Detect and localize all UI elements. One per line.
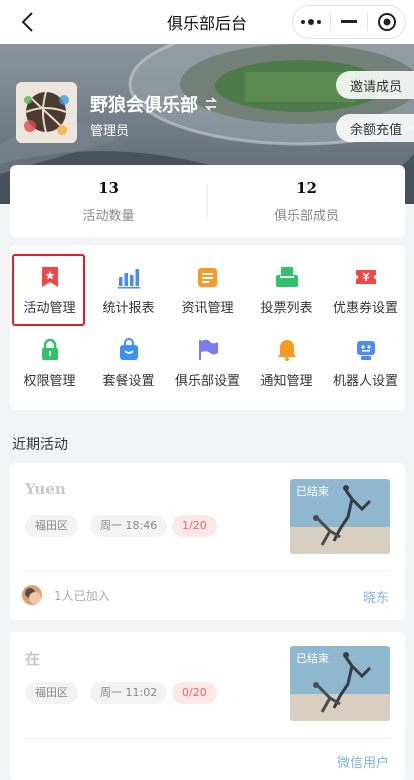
menu-item-label: 统计报表 xyxy=(102,301,155,316)
bookmark-star-icon xyxy=(41,267,58,287)
more-dots-icon[interactable] xyxy=(293,6,330,38)
activity-card[interactable]: 在 福田区 周一 11:02 0/20 已结束 微信用户 xyxy=(10,632,405,780)
menu-item-activity-management[interactable]: 活动管理 xyxy=(10,255,89,325)
activity-count-stat[interactable]: 13 活动数量 xyxy=(10,179,207,224)
time-tag: 周一 11:02 xyxy=(90,682,168,704)
stat-label: 俱乐部成员 xyxy=(273,208,339,224)
menu-item-coupon-settings[interactable]: 优惠券设置 xyxy=(326,255,405,325)
participant-count-tag: 0/20 xyxy=(172,682,217,704)
menu-item-label: 机器人设置 xyxy=(332,374,398,389)
stat-label: 活动数量 xyxy=(82,208,135,224)
joined-members[interactable]: 1人已加入 xyxy=(22,585,110,605)
menu-item-permission-management[interactable]: 权限管理 xyxy=(10,328,89,398)
management-menu: 活动管理 统计报表 资讯管理 投票列表 优惠券设置 权限管理 套餐设置 俱乐部设… xyxy=(10,245,405,410)
card-divider xyxy=(25,738,390,739)
ballot-box-icon xyxy=(275,267,298,287)
menu-item-statistics-report[interactable]: 统计报表 xyxy=(89,255,168,325)
user-role: 管理员 xyxy=(90,124,130,139)
activity-title: Yuen xyxy=(25,480,66,498)
club-name-text: 野狼会俱乐部 xyxy=(90,95,198,116)
menu-item-label: 投票列表 xyxy=(260,301,313,316)
minimize-icon[interactable] xyxy=(331,6,368,38)
stat-value: 13 xyxy=(98,178,119,197)
bar-chart-icon xyxy=(117,269,140,289)
location-tag: 福田区 xyxy=(25,682,78,704)
invite-members-button[interactable]: 邀请成员 xyxy=(335,71,414,99)
menu-item-package-settings[interactable]: 套餐设置 xyxy=(89,328,168,398)
menu-item-label: 活动管理 xyxy=(23,301,76,316)
close-target-icon[interactable] xyxy=(368,6,405,38)
menu-item-label: 套餐设置 xyxy=(102,374,155,389)
swap-icon[interactable] xyxy=(204,97,218,111)
navigation-bar: 俱乐部后台 xyxy=(0,0,414,44)
menu-item-label: 权限管理 xyxy=(23,374,76,389)
activity-thumbnail: 已结束 xyxy=(290,479,390,554)
flag-icon xyxy=(198,339,218,360)
time-tag: 周一 18:46 xyxy=(90,515,168,537)
menu-item-notification-management[interactable]: 通知管理 xyxy=(247,328,326,398)
menu-item-club-settings[interactable]: 俱乐部设置 xyxy=(168,328,247,398)
menu-item-vote-list[interactable]: 投票列表 xyxy=(247,255,326,325)
activity-thumbnail: 已结束 xyxy=(290,646,390,721)
joined-count: 1人已加入 xyxy=(54,588,110,603)
club-name[interactable]: 野狼会俱乐部 xyxy=(90,91,218,117)
menu-item-news-management[interactable]: 资讯管理 xyxy=(168,255,247,325)
lock-icon xyxy=(41,338,58,360)
card-divider xyxy=(25,571,390,572)
status-badge: 已结束 xyxy=(296,652,329,665)
shopping-bag-icon xyxy=(119,338,138,360)
club-logo-image xyxy=(16,82,77,143)
status-badge: 已结束 xyxy=(296,485,329,498)
menu-item-label: 资讯管理 xyxy=(181,301,234,316)
bell-icon xyxy=(277,340,296,361)
member-count-stat[interactable]: 12 俱乐部成员 xyxy=(208,179,405,224)
participant-count-tag: 1/20 xyxy=(172,515,217,537)
organizer-name: 晓东 xyxy=(362,591,389,606)
menu-item-label: 俱乐部设置 xyxy=(174,374,240,389)
activity-card[interactable]: Yuen 福田区 周一 18:46 1/20 已结束 1人已加入 晓东 xyxy=(10,463,405,620)
menu-item-label: 通知管理 xyxy=(260,374,313,389)
menu-item-robot-settings[interactable]: 机器人设置 xyxy=(326,328,405,398)
news-icon xyxy=(197,268,217,287)
menu-item-label: 优惠券设置 xyxy=(332,301,398,316)
coupon-icon xyxy=(355,270,376,284)
member-avatar xyxy=(22,585,42,605)
location-tag: 福田区 xyxy=(25,515,78,537)
robot-icon xyxy=(356,341,375,360)
back-chevron-icon[interactable] xyxy=(18,10,40,34)
activity-title: 在 xyxy=(25,650,41,668)
page-title: 俱乐部后台 xyxy=(166,14,247,33)
mini-program-capsule xyxy=(292,5,406,39)
recent-activities-heading: 近期活动 xyxy=(12,437,68,453)
recharge-balance-button[interactable]: 余额充值 xyxy=(335,114,414,142)
club-stats-card: 13 活动数量 12 俱乐部成员 xyxy=(10,165,405,237)
organizer-name: 微信用户 xyxy=(336,756,389,771)
stat-value: 12 xyxy=(296,178,317,197)
